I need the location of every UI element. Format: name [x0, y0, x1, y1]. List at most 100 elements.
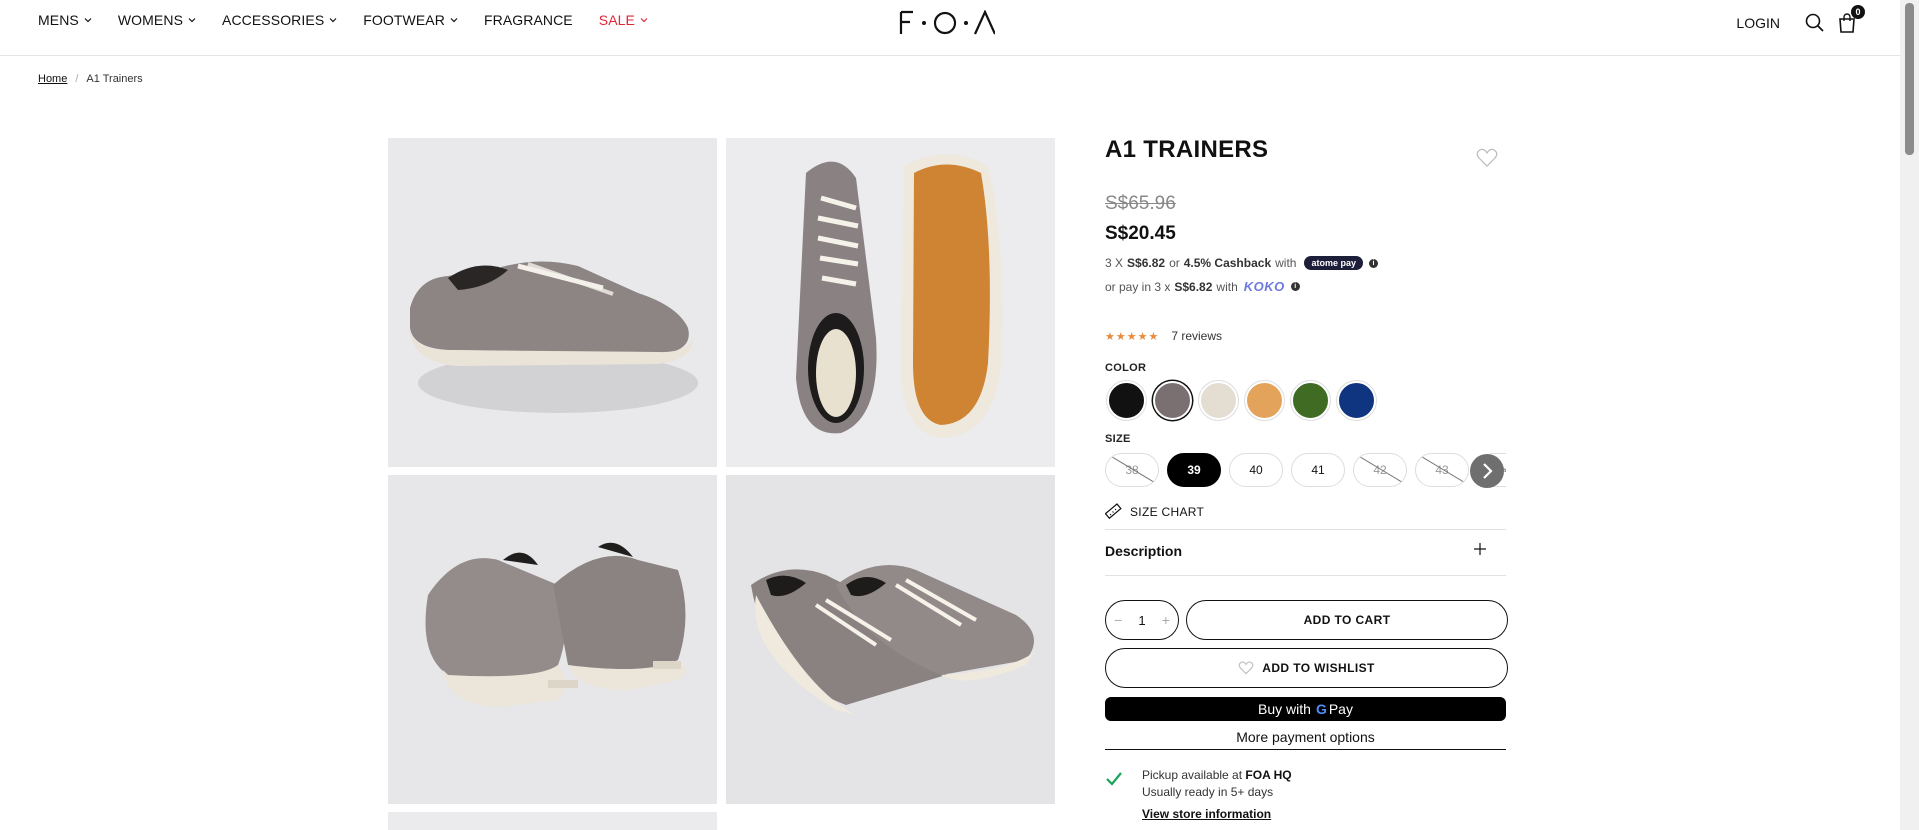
info-icon[interactable]: i	[1290, 282, 1300, 291]
size-40[interactable]: 40	[1229, 453, 1283, 487]
login-link[interactable]: LOGIN	[1736, 15, 1780, 31]
add-to-wishlist-button[interactable]: ADD TO WISHLIST	[1105, 648, 1508, 688]
chevron-down-icon	[188, 18, 196, 23]
nav-womens-label: WOMENS	[117, 12, 184, 28]
swatch-grey[interactable]	[1153, 381, 1192, 420]
product-title: A1 TRAINERS	[1105, 136, 1269, 163]
chevron-down-icon	[329, 18, 337, 23]
ruler-icon	[1105, 503, 1122, 520]
chevron-down-icon	[640, 18, 648, 23]
swatch-navy[interactable]	[1337, 381, 1376, 420]
breadcrumb-separator: /	[75, 73, 79, 85]
size-options: 38 39 40 41 42 43 44	[1105, 453, 1506, 487]
size-39[interactable]: 39	[1167, 453, 1221, 487]
atome-or: or	[1169, 256, 1180, 270]
qty-value[interactable]: 1	[1138, 613, 1145, 628]
info-icon[interactable]: i	[1369, 258, 1378, 268]
gpay-suffix: Pay	[1328, 701, 1353, 717]
size-38[interactable]: 38	[1105, 453, 1159, 487]
product-image-next[interactable]	[388, 812, 717, 830]
qty-decrease-button[interactable]: −	[1114, 612, 1122, 628]
pickup-info: Pickup available at FOA HQ Usually ready…	[1142, 767, 1292, 823]
koko-amount: S$6.82	[1174, 279, 1213, 294]
color-label: COLOR	[1105, 362, 1147, 374]
chevron-down-icon	[84, 18, 92, 23]
breadcrumb: Home / A1 Trainers	[38, 73, 143, 85]
chevron-right-icon	[1483, 463, 1493, 479]
nav-sale[interactable]: SALE	[599, 12, 648, 28]
heart-icon[interactable]	[1476, 148, 1498, 168]
star-rating-icons: ★★★★★	[1105, 330, 1160, 343]
nav-footwear[interactable]: FOOTWEAR	[363, 12, 458, 28]
header-actions: LOGIN 0	[1736, 5, 1865, 34]
size-43[interactable]: 43	[1415, 453, 1469, 487]
pickup-line: Pickup available at FOA HQ	[1142, 767, 1292, 784]
swatch-olive[interactable]	[1291, 381, 1330, 420]
nav-mens[interactable]: MENS	[38, 12, 92, 28]
nav-accessories-label: ACCESSORIES	[222, 12, 325, 28]
size-scroll-next-button[interactable]	[1470, 454, 1504, 488]
add-to-cart-label: ADD TO CART	[1303, 613, 1391, 627]
nav-footwear-label: FOOTWEAR	[363, 12, 445, 28]
google-pay-button[interactable]: Buy with G Pay	[1105, 697, 1506, 721]
page-scrollbar[interactable]	[1900, 0, 1919, 830]
size-42[interactable]: 42	[1353, 453, 1407, 487]
atome-installments: 3 X S$6.82 or 4.5% Cashback with atome p…	[1105, 256, 1378, 270]
product-image-back[interactable]	[388, 475, 717, 804]
swatch-cream[interactable]	[1199, 381, 1238, 420]
description-label: Description	[1105, 543, 1183, 559]
koko-installments: or pay in 3 x S$6.82 with KOKO i	[1105, 279, 1300, 294]
add-to-cart-button[interactable]: ADD TO CART	[1186, 600, 1508, 640]
qty-increase-button[interactable]: +	[1162, 612, 1170, 628]
compare-price: S$65.96	[1105, 193, 1176, 214]
shoe-pair-image	[726, 475, 1055, 804]
pickup-prefix: Pickup available at	[1142, 768, 1243, 782]
foa-logo[interactable]	[899, 10, 995, 36]
breadcrumb-current: A1 Trainers	[86, 73, 143, 85]
product-image-pair[interactable]	[726, 475, 1055, 804]
size-chart-link[interactable]: SIZE CHART	[1105, 503, 1204, 520]
atome-with: with	[1275, 256, 1297, 270]
rating[interactable]: ★★★★★ 7 reviews	[1105, 329, 1222, 343]
nav-womens[interactable]: WOMENS	[118, 12, 196, 28]
more-payment-options-link[interactable]: More payment options	[1105, 729, 1506, 750]
breadcrumb-home[interactable]: Home	[38, 73, 67, 85]
view-store-information-link[interactable]: View store information	[1142, 806, 1271, 823]
product-image-side[interactable]	[388, 138, 717, 467]
shoe-side-image	[388, 138, 717, 467]
description-accordion[interactable]: Description	[1105, 529, 1506, 576]
chevron-down-icon	[450, 18, 458, 23]
pickup-ready: Usually ready in 5+ days	[1142, 785, 1274, 799]
pickup-location: FOA HQ	[1245, 768, 1292, 782]
sale-price: S$20.45	[1105, 223, 1176, 244]
atome-logo: atome pay	[1304, 256, 1363, 270]
color-swatches	[1107, 381, 1383, 420]
swatch-tan[interactable]	[1245, 381, 1284, 420]
swatch-black[interactable]	[1107, 381, 1146, 420]
size-41[interactable]: 41	[1291, 453, 1345, 487]
atome-prefix: 3 X	[1105, 256, 1124, 270]
shoe-back-image	[388, 475, 717, 804]
cart-count-badge: 0	[1851, 5, 1865, 19]
koko-prefix: or pay in 3 x	[1105, 279, 1171, 294]
koko-logo: KOKO	[1243, 279, 1285, 294]
main-nav: MENS WOMENS ACCESSORIES FOOTWEAR FRAGRAN…	[38, 12, 674, 28]
search-icon[interactable]	[1804, 12, 1826, 34]
plus-icon	[1474, 543, 1486, 555]
shoe-top-image	[726, 138, 1055, 467]
google-g-icon: G	[1315, 701, 1327, 717]
cart-button[interactable]: 0	[1836, 5, 1865, 34]
koko-with: with	[1216, 279, 1238, 294]
check-icon	[1106, 772, 1122, 786]
add-to-wishlist-label: ADD TO WISHLIST	[1262, 661, 1375, 675]
nav-mens-label: MENS	[38, 12, 79, 28]
nav-fragrance[interactable]: FRAGRANCE	[484, 12, 573, 28]
atome-amount: S$6.82	[1127, 256, 1166, 270]
nav-accessories[interactable]: ACCESSORIES	[222, 12, 337, 28]
scrollbar-thumb[interactable]	[1905, 3, 1914, 155]
product-image-top[interactable]	[726, 138, 1055, 467]
gpay-prefix: Buy with	[1258, 701, 1311, 717]
quantity-stepper: − 1 +	[1105, 600, 1179, 640]
size-label: SIZE	[1105, 433, 1131, 445]
nav-sale-label: SALE	[598, 12, 635, 28]
